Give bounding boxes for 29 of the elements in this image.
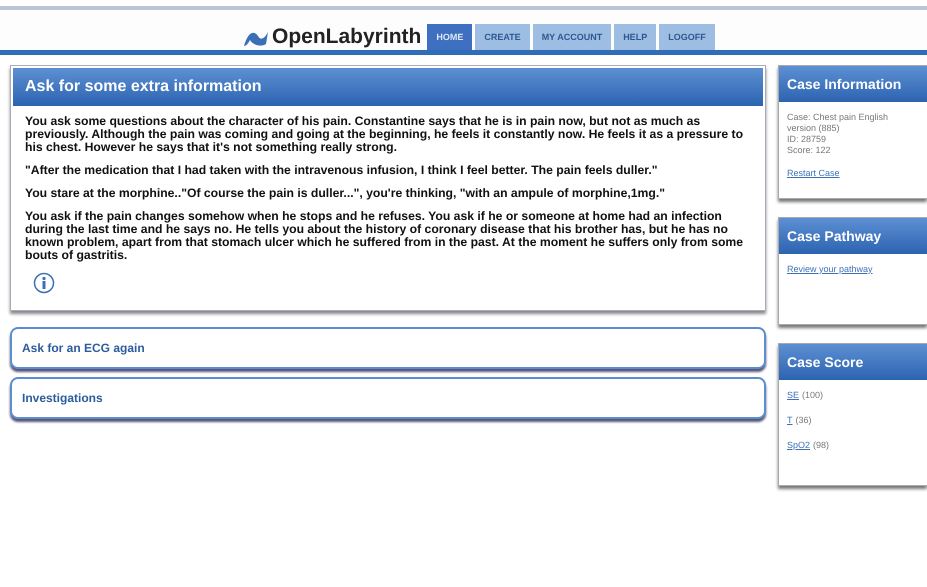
logo: OpenLabyrinth <box>272 27 422 47</box>
case-detail: ID: 28759 <box>787 134 828 145</box>
option-link[interactable]: Investigations <box>10 377 766 419</box>
paragraph: "After the medication that I had taken with the intravenous infusion, I think I feel better. The pain feels duller." <box>25 164 659 177</box>
option-link[interactable]: Ask for an ECG again <box>10 327 766 369</box>
score-value: (36) <box>796 415 812 426</box>
panel-title: Ask for some extra information <box>13 68 763 106</box>
score-link[interactable]: SE <box>787 390 800 401</box>
panel-title: Case Information <box>779 66 927 102</box>
nav-tab[interactable]: HOME <box>427 24 472 50</box>
nav-tab[interactable]: HELP <box>614 24 656 50</box>
score-value: (98) <box>813 440 830 451</box>
restart-link[interactable]: Restart Case <box>787 168 919 178</box>
paragraph: You stare at the morphine.."Of course the pain is duller...", you're thinking, "with an ampule of morphine,1mg." <box>25 187 666 200</box>
case-detail: Case: Chest pain English <box>787 112 890 123</box>
panel-title: Case Pathway <box>779 218 927 254</box>
score-value: (100) <box>802 390 824 401</box>
case-detail: version (885) <box>787 123 841 134</box>
info-icon[interactable] <box>33 272 55 294</box>
nav-tab[interactable]: LOGOFF <box>659 24 715 50</box>
score-link[interactable]: T <box>787 415 792 426</box>
paragraph: You ask if the pain changes somehow when he stops and he refuses. You ask if he or someone at home had an infection during the last time and he says no. He tells you about the history of coronary disease that his brother has, but he has no known problem, apart from that stomach ulcer which he suffered from in the past. At the moment he suffers only from some bouts of gastritis. <box>25 210 744 262</box>
nav-tab[interactable]: CREATE <box>475 24 530 50</box>
nav-tab[interactable]: MY ACCOUNT <box>532 24 612 50</box>
pathway-link[interactable]: Review your pathway <box>787 264 873 274</box>
case-detail: Score: 122 <box>787 145 832 156</box>
paragraph: You ask some questions about the character of his pain. Constantine says that he is in pain now, but not as much as previously. Although the pain was coming and going at the beginning, he feels it constantly now. He feels it as a pressure to his chest. However he says that it's not something really strong. <box>25 115 744 154</box>
panel-title: Case Score <box>779 344 927 380</box>
score-link[interactable]: SpO2 <box>787 440 810 451</box>
